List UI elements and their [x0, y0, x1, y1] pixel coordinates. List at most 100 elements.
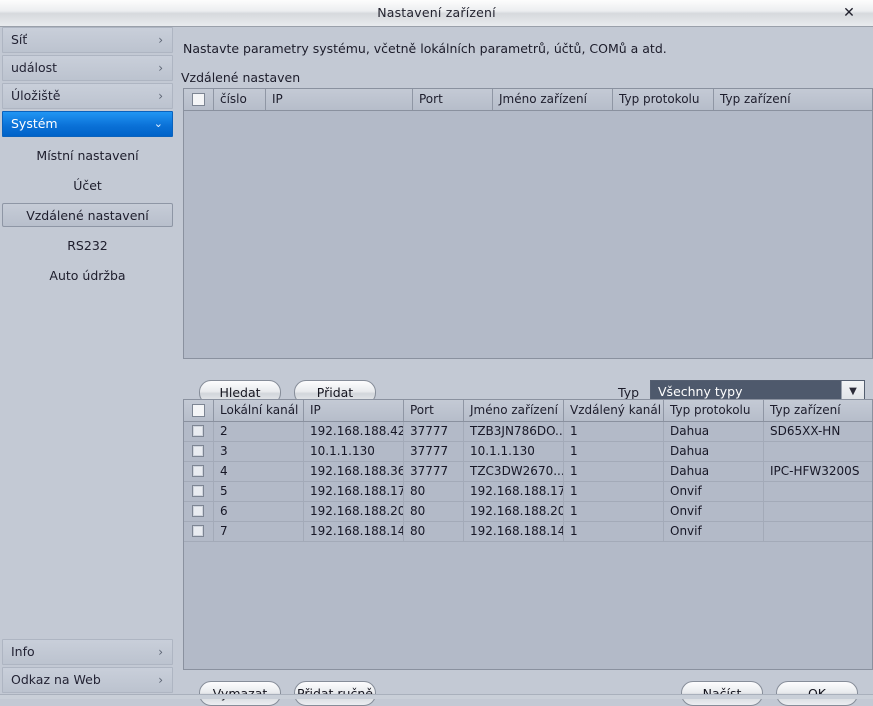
column-header-1[interactable]: číslo — [214, 89, 266, 110]
column-header-0[interactable] — [184, 400, 214, 421]
column-header-7[interactable]: Typ zařízení — [764, 400, 872, 421]
device-row[interactable]: 7 192.168.188.142 80 192.168.188.142 1 Onvif — [184, 522, 872, 542]
sidebar-subitem-4[interactable]: Auto údržba — [2, 263, 173, 287]
row-checkbox-cell[interactable] — [184, 502, 214, 521]
cell-channel: 6 — [214, 502, 304, 521]
column-header-3[interactable]: Port — [404, 400, 464, 421]
column-header-0[interactable] — [184, 89, 214, 110]
sidebar-sub-nav: Místní nastavení Účet Vzdálené nastavení RS… — [0, 137, 175, 289]
tab-strip: Vzdálené nastaven — [173, 68, 873, 88]
row-checkbox[interactable] — [192, 445, 204, 457]
cell-channel: 5 — [214, 482, 304, 501]
device-row[interactable]: 3 10.1.1.130 37777 10.1.1.130 1 Dahua — [184, 442, 872, 462]
column-header-1[interactable]: Lokální kanál — [214, 400, 304, 421]
sidebar-item-label: Systém — [11, 116, 58, 131]
column-header-4[interactable]: Jméno zařízení — [464, 400, 564, 421]
close-icon[interactable]: ✕ — [831, 2, 867, 24]
search-results-body — [184, 111, 872, 358]
cell-name: TZC3DW2670... — [464, 462, 564, 481]
cell-remote: 1 — [564, 442, 664, 461]
cell-devtype — [764, 502, 872, 521]
cell-remote: 1 — [564, 462, 664, 481]
column-header-5[interactable]: Vzdálený kanál — [564, 400, 664, 421]
sidebar-item-label: Info — [11, 644, 35, 659]
sidebar-subitem-1[interactable]: Účet — [2, 173, 173, 197]
row-checkbox-cell[interactable] — [184, 462, 214, 481]
sidebar-item-0[interactable]: Síť › — [2, 27, 173, 53]
window-title: Nastavení zařízení — [377, 5, 496, 20]
device-row[interactable]: 4 192.168.188.36 37777 TZC3DW2670... 1 Dahua I… — [184, 462, 872, 482]
column-header-2[interactable]: IP — [304, 400, 404, 421]
checkbox-inner — [194, 467, 202, 475]
cell-channel: 2 — [214, 422, 304, 441]
type-filter-label: Typ — [618, 385, 640, 400]
title-bar: Nastavení zařízení ✕ — [0, 0, 873, 27]
cell-port: 80 — [404, 482, 464, 501]
sidebar-item-label: událost — [11, 60, 58, 75]
sidebar-item-1[interactable]: Odkaz na Web › — [2, 667, 173, 693]
cell-channel: 4 — [214, 462, 304, 481]
row-checkbox[interactable] — [192, 485, 204, 497]
sidebar-item-2[interactable]: Úložiště › — [2, 83, 173, 109]
chevron-right-icon: › — [158, 645, 163, 659]
cell-protocol: Onvif — [664, 502, 764, 521]
sidebar-item-1[interactable]: událost › — [2, 55, 173, 81]
cell-devtype: SD65XX-HN — [770, 424, 841, 438]
device-row[interactable]: 5 192.168.188.175 80 192.168.188.175 1 Onvif — [184, 482, 872, 502]
cell-ip: 192.168.188.142 — [304, 522, 404, 541]
checkbox-inner — [194, 427, 202, 435]
cell-ip: 192.168.188.175 — [304, 482, 404, 501]
cell-protocol: Onvif — [664, 482, 764, 501]
device-list-table: Lokální kanál IP Port Jméno zařízení Vzdálen… — [183, 399, 873, 670]
column-header-5[interactable]: Typ protokolu — [613, 89, 714, 110]
cell-remote: 1 — [564, 482, 664, 501]
main-panel: Nastavte parametry systému, včetně lokál… — [173, 27, 873, 706]
cell-port: 80 — [404, 522, 464, 541]
row-checkbox[interactable] — [192, 525, 204, 537]
sidebar-bottom-nav: Info › Odkaz na Web › — [0, 639, 175, 695]
column-header-6[interactable]: Typ zařízení — [714, 89, 872, 110]
cell-protocol: Dahua — [664, 442, 764, 461]
cell-remote: 1 — [564, 422, 664, 441]
cell-channel: 7 — [214, 522, 304, 541]
sidebar-subitem-3[interactable]: RS232 — [2, 233, 173, 257]
sidebar-subitem-2[interactable]: Vzdálené nastavení — [2, 203, 173, 227]
row-checkbox-cell[interactable] — [184, 522, 214, 541]
checkbox-inner — [194, 507, 202, 515]
row-checkbox[interactable] — [192, 465, 204, 477]
column-header-3[interactable]: Port — [413, 89, 493, 110]
cell-devtype: IPC-HFW3200S — [770, 464, 860, 478]
device-list-body: 2 192.168.188.42 37777 TZB3JN786DO... 1 Dahua… — [184, 422, 872, 669]
sidebar-item-label: Úložiště — [11, 88, 61, 103]
column-header-6[interactable]: Typ protokolu — [664, 400, 764, 421]
row-checkbox[interactable] — [192, 425, 204, 437]
cell-ip: 192.168.188.36 — [304, 462, 404, 481]
chevron-down-icon: ⌄ — [153, 117, 163, 130]
sidebar: Síť › událost › Úložiště › Systém ⌄ Místní nast… — [0, 27, 175, 699]
column-header-4[interactable]: Jméno zařízení — [493, 89, 613, 110]
cell-port: 37777 — [404, 422, 464, 441]
device-list-header: Lokální kanál IP Port Jméno zařízení Vzdálen… — [184, 400, 872, 422]
search-results-table: číslo IP Port Jméno zařízení Typ protokolu Ty… — [183, 88, 873, 359]
row-checkbox-cell[interactable] — [184, 482, 214, 501]
device-row[interactable]: 6 192.168.188.200 80 192.168.188.200 1 Onvif — [184, 502, 872, 522]
sidebar-item-0[interactable]: Info › — [2, 639, 173, 665]
cell-ip: 10.1.1.130 — [304, 442, 404, 461]
row-checkbox-cell[interactable] — [184, 422, 214, 441]
window-bottom-edge — [0, 694, 873, 699]
tab-remote-settings[interactable]: Vzdálené nastaven — [173, 68, 311, 88]
cell-name: 10.1.1.130 — [464, 442, 564, 461]
row-checkbox[interactable] — [192, 505, 204, 517]
column-header-2[interactable]: IP — [266, 89, 413, 110]
sidebar-item-3[interactable]: Systém ⌄ — [2, 111, 173, 137]
cell-port: 80 — [404, 502, 464, 521]
sidebar-item-label: Odkaz na Web — [11, 672, 101, 687]
cell-port: 37777 — [404, 462, 464, 481]
device-row[interactable]: 2 192.168.188.42 37777 TZB3JN786DO... 1 Dahua… — [184, 422, 872, 442]
cell-channel: 3 — [214, 442, 304, 461]
sidebar-subitem-0[interactable]: Místní nastavení — [2, 143, 173, 167]
cell-name: 192.168.188.200 — [464, 502, 564, 521]
cell-remote: 1 — [564, 522, 664, 541]
cell-devtype — [764, 522, 872, 541]
row-checkbox-cell[interactable] — [184, 442, 214, 461]
